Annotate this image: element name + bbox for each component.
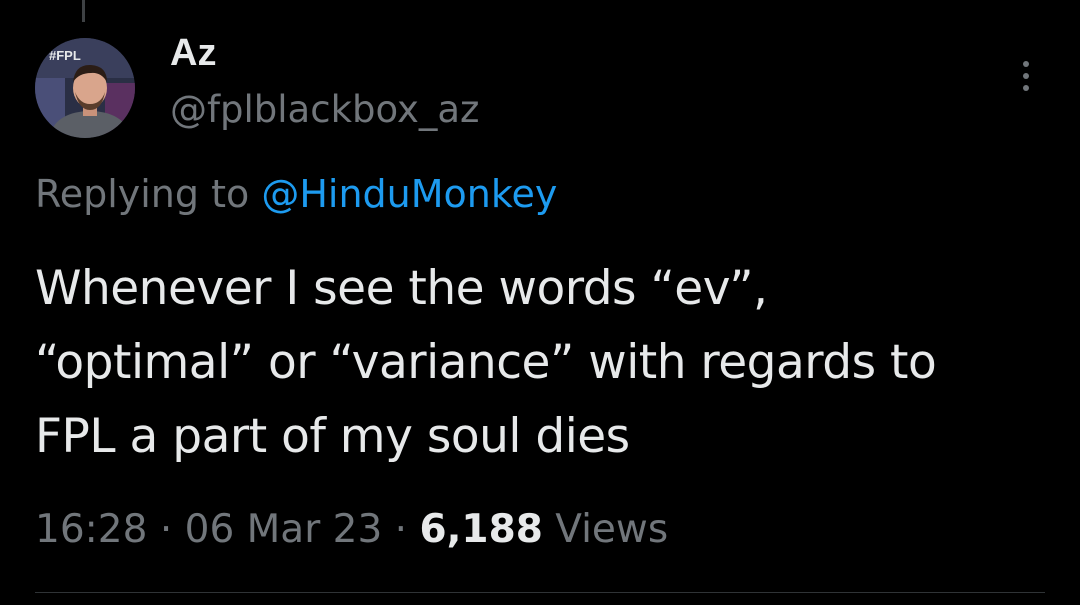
more-vertical-icon — [1023, 61, 1029, 67]
avatar-badge-text: #FPL — [49, 48, 81, 63]
replying-to-mention-link[interactable]: @HinduMonkey — [261, 172, 557, 216]
views-count[interactable]: 6,188 — [419, 507, 542, 552]
tweet-metadata: 16:28 · 06 Mar 23 · 6,188 Views — [35, 504, 668, 556]
divider — [35, 592, 1045, 593]
separator-dot: · — [394, 507, 408, 552]
thread-connector-line — [82, 0, 85, 22]
more-vertical-icon — [1023, 73, 1029, 79]
tweet-time[interactable]: 16:28 — [35, 507, 147, 552]
tweet-date[interactable]: 06 Mar 23 — [185, 507, 383, 552]
author-display-name[interactable]: Az — [170, 30, 216, 76]
replying-to-prefix: Replying to — [35, 172, 262, 216]
more-options-button[interactable] — [1006, 54, 1046, 98]
profile-photo-icon: #FPL — [35, 38, 135, 138]
replying-to: Replying to @HinduMonkey — [35, 170, 557, 218]
views-label[interactable]: Views — [555, 507, 668, 552]
avatar[interactable]: #FPL — [35, 38, 135, 138]
author-handle[interactable]: @fplblackbox_az — [170, 87, 479, 133]
separator-dot: · — [159, 507, 173, 552]
tweet-text: Whenever I see the words “ev”, “optimal”… — [35, 261, 937, 464]
more-vertical-icon — [1023, 85, 1029, 91]
